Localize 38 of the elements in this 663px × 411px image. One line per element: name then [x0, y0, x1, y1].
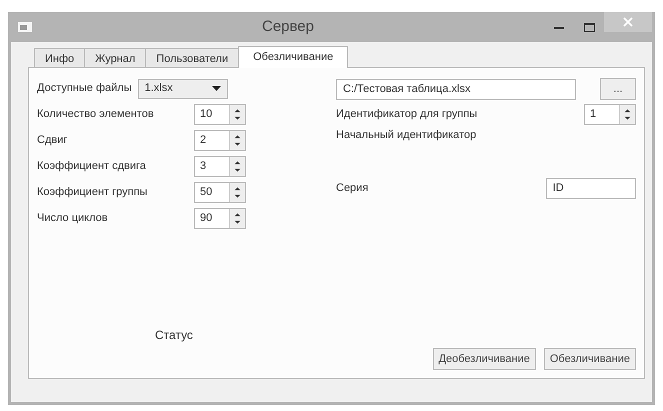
field-label: Начальный идентификатор	[336, 128, 476, 144]
spin-box[interactable]: 2	[194, 130, 246, 151]
field-label: Серия	[336, 181, 370, 196]
field-label: Коэффициент группы	[37, 185, 148, 200]
app-icon	[18, 22, 32, 32]
spin-box[interactable]: 10	[194, 104, 246, 125]
spin-arrows-icon[interactable]	[229, 105, 245, 124]
action-button[interactable]: Деобезличивание	[432, 348, 536, 370]
file-dropdown[interactable]: 1.xlsx	[138, 78, 228, 98]
tab[interactable]: Журнал	[84, 48, 146, 67]
spin-arrows-icon[interactable]	[229, 183, 245, 202]
window-title: Сервер	[262, 18, 314, 35]
field-label: Доступные файлы	[37, 81, 132, 96]
field-label: Идентификатор для группы	[336, 107, 478, 122]
spin-box[interactable]: 50	[194, 182, 246, 203]
spin-arrows-icon[interactable]	[229, 131, 245, 150]
spin-box[interactable]: 3	[194, 156, 246, 177]
field-label: Коэффициент сдвига	[37, 159, 147, 174]
spin-box[interactable]: 1	[584, 104, 636, 125]
series-field[interactable]: ID	[546, 178, 636, 199]
tab[interactable]: Пользователи	[145, 48, 240, 67]
spin-box[interactable]: 90	[194, 208, 246, 229]
close-icon	[623, 17, 633, 27]
tab[interactable]: Инфо	[34, 48, 86, 67]
dropdown-arrow-icon	[212, 86, 221, 91]
spin-arrows-icon[interactable]	[229, 209, 245, 228]
status-label: Статус	[155, 328, 193, 342]
maximize-icon	[584, 22, 594, 32]
spin-arrows-icon[interactable]	[229, 157, 245, 176]
browse-button[interactable]: ...	[600, 78, 636, 100]
tab[interactable]: Обезличивание	[238, 46, 348, 68]
field-label: Число циклов	[37, 211, 109, 226]
field-label: Сдвиг	[37, 133, 68, 148]
file-path-field[interactable]: C:/Тестовая таблица.xlsx	[336, 78, 576, 100]
spin-arrows-icon[interactable]	[619, 105, 635, 124]
field-label: Количество элементов	[37, 107, 155, 122]
action-button[interactable]: Обезличивание	[544, 348, 636, 370]
minimize-icon	[554, 26, 564, 28]
